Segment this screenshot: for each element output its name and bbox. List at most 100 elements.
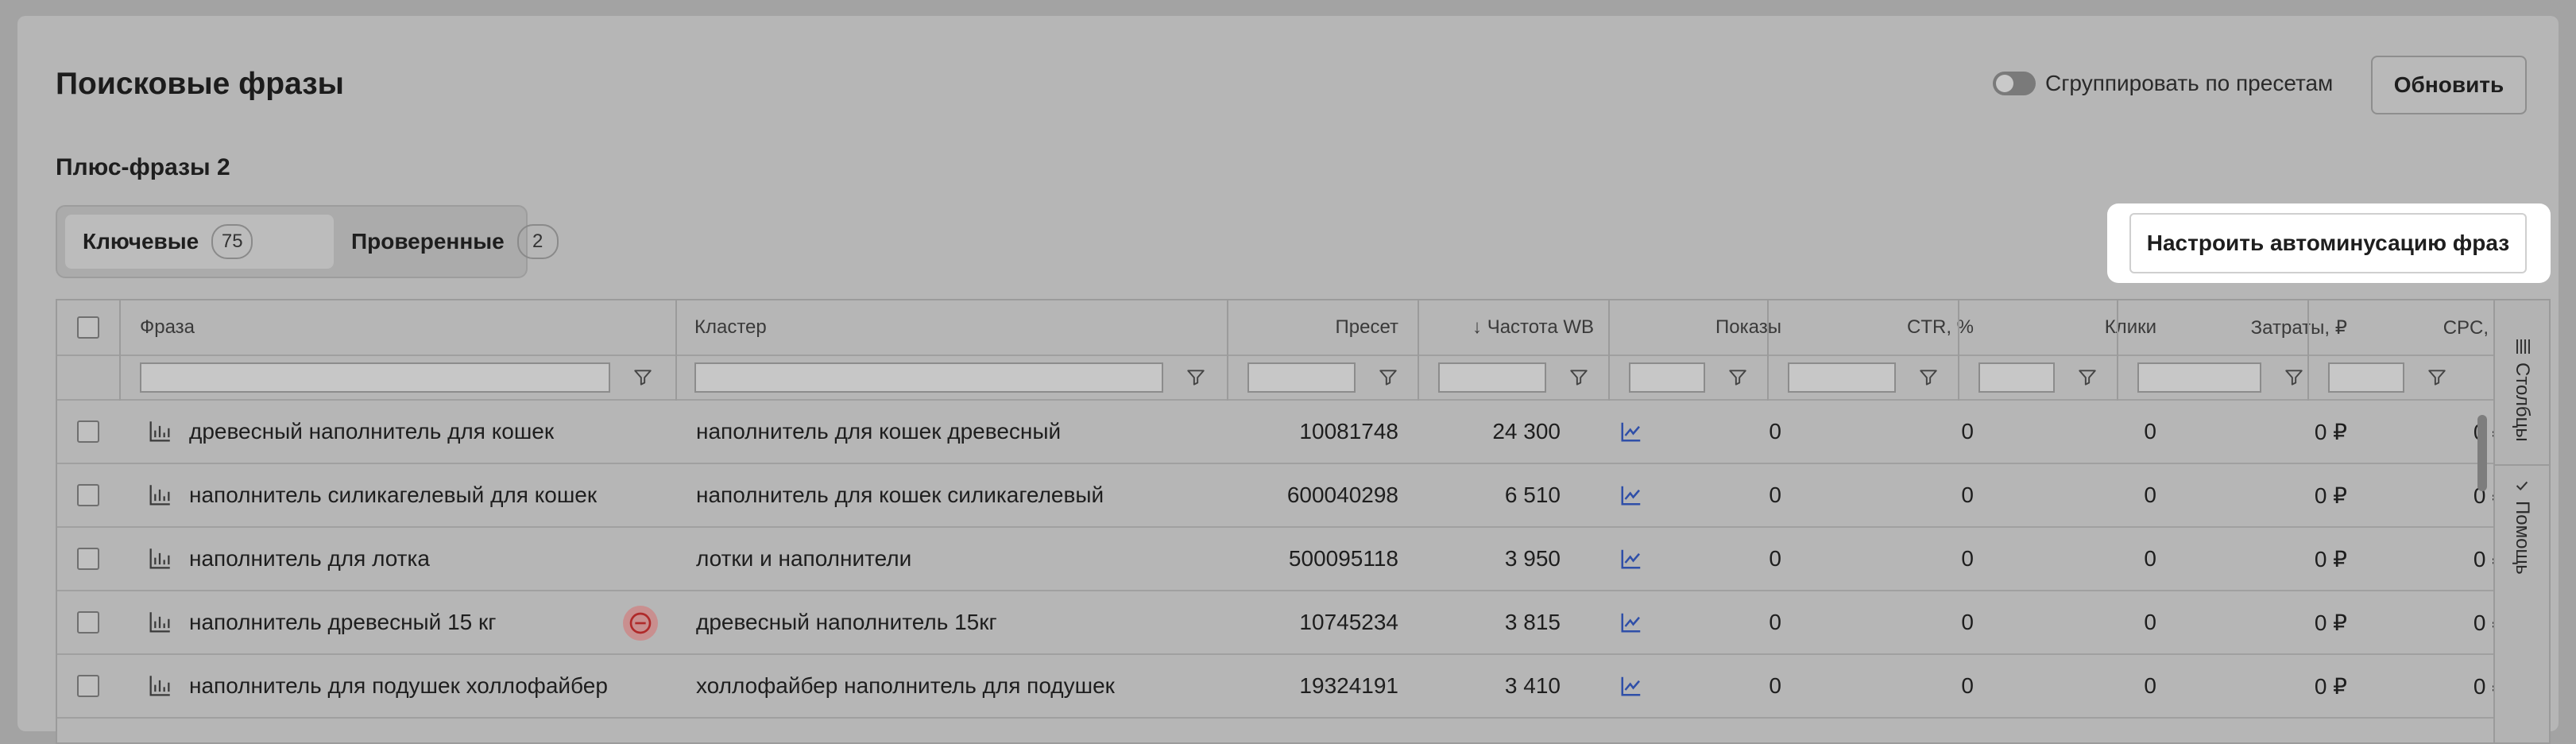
- phrase-text: наполнитель силикагелевый для кошек: [189, 482, 598, 507]
- column-header-impressions[interactable]: Показы: [1611, 300, 1781, 355]
- filter-icon[interactable]: [632, 367, 653, 388]
- column-header-costs[interactable]: Затраты, ₽: [2168, 300, 2347, 355]
- tab-label: Проверенные: [351, 229, 505, 254]
- costs-cell: 0 ₽: [2314, 610, 2347, 635]
- phrase-filter-input[interactable]: [140, 362, 610, 393]
- line-chart-icon[interactable]: [1619, 610, 1643, 634]
- line-chart-icon[interactable]: [1619, 483, 1643, 507]
- filter-icon[interactable]: [1378, 367, 1398, 388]
- preset-cell: 10745234: [1299, 610, 1398, 634]
- preset-cell: 10081748: [1299, 419, 1398, 444]
- trend-chart-link[interactable]: [1619, 401, 1643, 463]
- bar-chart-icon[interactable]: [146, 609, 173, 636]
- frequency-cell: 3 410: [1504, 673, 1561, 698]
- help-label: Помощь: [2512, 501, 2533, 575]
- column-header-phrase[interactable]: Фраза: [140, 300, 664, 355]
- preset-cell: 600040298: [1286, 482, 1398, 507]
- cluster-cell: наполнитель для кошек силикагелевый: [696, 482, 1104, 507]
- column-header-preset[interactable]: Пресет: [1230, 300, 1399, 355]
- scrollbar-thumb[interactable]: [2477, 415, 2487, 491]
- column-header-cpc[interactable]: CPC, ₽: [2360, 300, 2506, 355]
- column-divider: [119, 300, 121, 401]
- tab-label: Ключевые: [83, 229, 199, 254]
- costs-cell: 0 ₽: [2314, 546, 2347, 572]
- filter-icon[interactable]: [2284, 367, 2304, 388]
- filter-icon[interactable]: [2077, 367, 2098, 388]
- tab-checked[interactable]: Проверенные 2: [334, 215, 559, 269]
- filter-icon[interactable]: [2427, 367, 2447, 388]
- table-header: Фраза Кластер Пресет ↓ Частота WB Показы…: [57, 300, 2506, 356]
- frequency-filter-input[interactable]: [1438, 362, 1546, 393]
- column-divider: [675, 300, 677, 401]
- filter-icon[interactable]: [1918, 367, 1939, 388]
- refresh-button[interactable]: Обновить: [2371, 56, 2527, 114]
- cluster-cell: холлофайбер наполнитель для подушек: [696, 673, 1115, 698]
- clicks-cell: 0: [2144, 419, 2156, 444]
- ctr-cell: 0: [1961, 673, 1974, 698]
- ctr-filter-input[interactable]: [1788, 362, 1896, 393]
- bar-chart-icon[interactable]: [146, 482, 173, 509]
- cpc-filter-input[interactable]: [2328, 362, 2404, 393]
- side-divider: [2495, 464, 2549, 466]
- line-chart-icon[interactable]: [1619, 674, 1643, 698]
- phrase-cell: наполнитель древесный 15 кг: [146, 591, 496, 653]
- trend-chart-link[interactable]: [1619, 464, 1643, 526]
- table-row[interactable]: наполнитель древесный 15 кг древесный нап…: [57, 591, 2506, 655]
- column-divider: [1767, 300, 1769, 401]
- select-all-checkbox[interactable]: [77, 316, 99, 339]
- minus-circle-icon[interactable]: [623, 606, 658, 641]
- help-side-tab[interactable]: Помощь: [2495, 477, 2549, 575]
- row-select-cell: [57, 528, 119, 590]
- bar-chart-icon[interactable]: [146, 545, 173, 572]
- row-checkbox[interactable]: [77, 420, 99, 443]
- line-chart-icon[interactable]: [1619, 420, 1643, 444]
- filter-icon[interactable]: [1727, 367, 1748, 388]
- costs-filter-input[interactable]: [2137, 362, 2261, 393]
- phrase-text: древесный наполнитель для кошек: [189, 419, 555, 444]
- side-panel: Столбцы Помощь: [2493, 300, 2549, 742]
- configure-autominus-button[interactable]: Настроить автоминусацию фраз: [2129, 213, 2527, 273]
- frequency-cell: 3 950: [1504, 546, 1561, 571]
- ctr-cell: 0: [1961, 610, 1974, 634]
- trend-chart-link[interactable]: [1619, 528, 1643, 590]
- column-header-clicks[interactable]: Клики: [1980, 300, 2156, 355]
- toggle-knob: [1996, 75, 2013, 92]
- trend-chart-link[interactable]: [1619, 655, 1643, 717]
- bar-chart-icon[interactable]: [146, 672, 173, 699]
- costs-cell: 0 ₽: [2314, 673, 2347, 699]
- columns-label: Столбцы: [2512, 362, 2533, 442]
- columns-side-tab[interactable]: Столбцы: [2495, 337, 2549, 442]
- row-checkbox[interactable]: [77, 675, 99, 697]
- filter-icon[interactable]: [1186, 367, 1206, 388]
- phrase-filter: [140, 356, 653, 399]
- trend-chart-link[interactable]: [1619, 591, 1643, 653]
- table-row[interactable]: наполнитель для лотка лотки и наполнители…: [57, 528, 2506, 591]
- row-checkbox[interactable]: [77, 611, 99, 634]
- frequency-filter: [1438, 356, 1589, 399]
- table-row[interactable]: древесный наполнитель для кошек наполните…: [57, 401, 2506, 464]
- column-header-cluster[interactable]: Кластер: [694, 300, 1211, 355]
- vertical-scrollbar[interactable]: [2473, 401, 2490, 742]
- tab-count-badge: 2: [516, 224, 559, 259]
- column-divider: [1958, 300, 1959, 401]
- table-row[interactable]: наполнитель силикагелевый для кошек напол…: [57, 464, 2506, 528]
- line-chart-icon[interactable]: [1619, 547, 1643, 571]
- bar-chart-icon[interactable]: [146, 418, 173, 445]
- column-header-frequency[interactable]: ↓ Частота WB: [1421, 300, 1594, 355]
- phrase-text: наполнитель для лотка: [189, 546, 430, 571]
- preset-cell: 19324191: [1299, 673, 1398, 698]
- frequency-cell: 24 300: [1492, 419, 1561, 444]
- column-header-ctr[interactable]: CTR, %: [1793, 300, 1974, 355]
- tab-keywords[interactable]: Ключевые 75: [65, 215, 334, 269]
- clicks-filter-input[interactable]: [1978, 362, 2055, 393]
- row-checkbox[interactable]: [77, 484, 99, 506]
- table-row[interactable]: наполнитель для подушек холлофайбер холло…: [57, 655, 2506, 719]
- row-select-cell: [57, 655, 119, 717]
- impressions-filter-input[interactable]: [1629, 362, 1705, 393]
- preset-filter-input[interactable]: [1247, 362, 1356, 393]
- filter-icon[interactable]: [1568, 367, 1589, 388]
- cluster-filter-input[interactable]: [694, 362, 1163, 393]
- group-by-presets-toggle[interactable]: Сгруппировать по пресетам: [1993, 71, 2333, 96]
- toggle-switch[interactable]: [1993, 72, 2036, 95]
- row-checkbox[interactable]: [77, 548, 99, 570]
